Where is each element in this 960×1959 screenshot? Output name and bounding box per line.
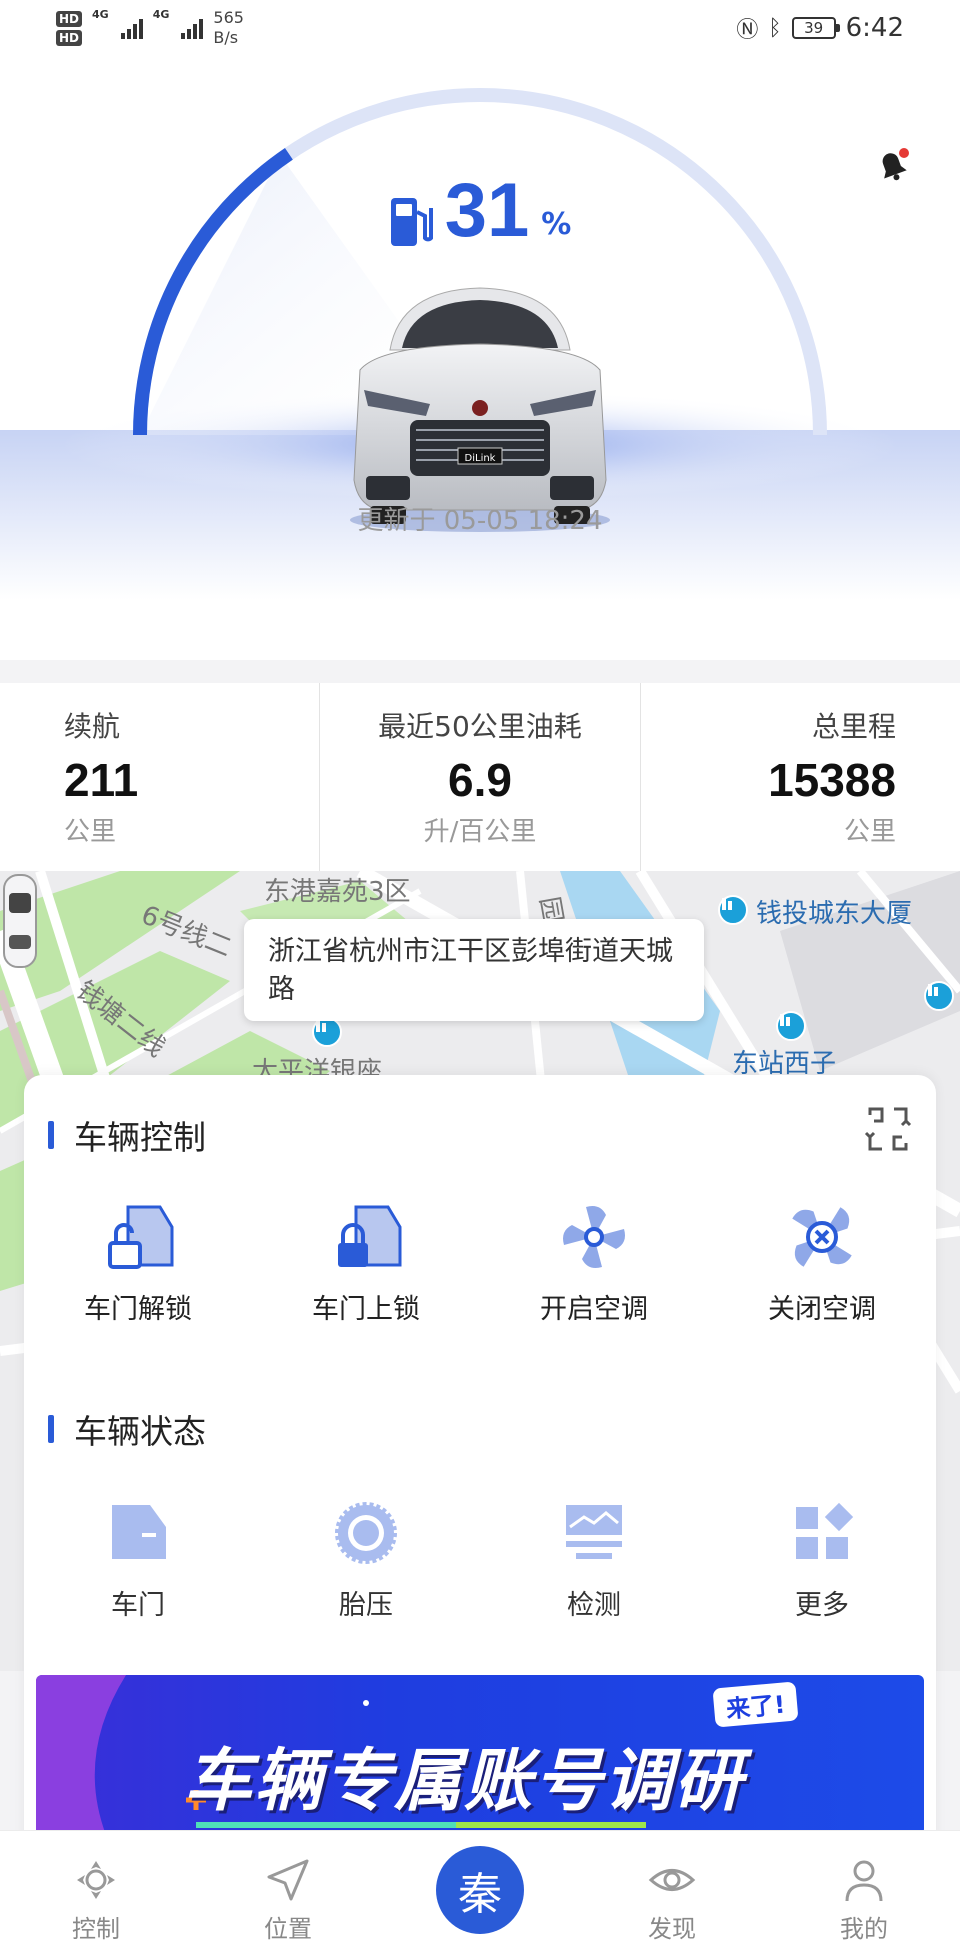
svg-text:DiLink: DiLink bbox=[465, 453, 496, 464]
stat-fuel-consumption: 最近50公里油耗 6.9 升/百公里 bbox=[320, 683, 641, 871]
control-section-title-text: 车辆控制 bbox=[74, 1118, 206, 1157]
nav-control-label: 控制 bbox=[72, 1915, 120, 1943]
hd-badge-1: HD bbox=[56, 10, 83, 27]
fuel-readout: 31 % bbox=[0, 172, 960, 250]
bluetooth-icon: ᛒ bbox=[768, 15, 782, 41]
door-status-button[interactable]: 车门 bbox=[24, 1493, 252, 1622]
map-label-1: 东港嘉苑3区 bbox=[264, 877, 411, 907]
stat-fuel-consumption-value: 6.9 bbox=[448, 754, 512, 806]
stat-odometer: 总里程 15388 公里 bbox=[641, 683, 960, 871]
door-unlock-icon bbox=[108, 1205, 174, 1269]
nav-profile[interactable]: 我的 bbox=[768, 1831, 960, 1959]
more-grid-icon bbox=[796, 1502, 854, 1559]
stat-range-value: 211 bbox=[64, 754, 139, 806]
ac-off-icon bbox=[792, 1207, 852, 1267]
more-label: 更多 bbox=[795, 1590, 849, 1621]
inspection-icon bbox=[566, 1505, 622, 1559]
ac-off-label: 关闭空调 bbox=[768, 1294, 876, 1325]
address-bubble[interactable]: 浙江省杭州市江干区彭埠街道天城路 bbox=[244, 919, 704, 1021]
car-location-marker-icon[interactable] bbox=[0, 871, 40, 971]
stat-fuel-consumption-unit: 升/百公里 bbox=[423, 817, 537, 847]
network-speed-value: 565 bbox=[213, 8, 244, 27]
bottom-navigation: 控制 位置 秦 发现 我的 bbox=[0, 1830, 960, 1959]
fuel-hero: 31 % DiLink 更新于 05-05 18:24 bbox=[0, 60, 960, 660]
network-type-1: 4G bbox=[92, 8, 109, 21]
status-bar-right: Ⓝ ᛒ 39 6:42 bbox=[736, 12, 904, 44]
ac-on-label: 开启空调 bbox=[540, 1294, 648, 1325]
signal-icon-1 bbox=[120, 17, 143, 39]
nav-location[interactable]: 位置 bbox=[192, 1831, 384, 1959]
control-section-title: 车辆控制 bbox=[48, 1111, 206, 1159]
updated-timestamp: 更新于 05-05 18:24 bbox=[357, 506, 603, 536]
tire-icon bbox=[335, 1502, 397, 1564]
nav-location-label: 位置 bbox=[264, 1915, 312, 1943]
poi-building-icon[interactable] bbox=[924, 981, 954, 1011]
status-section-title-text: 车辆状态 bbox=[74, 1412, 206, 1451]
nav-profile-label: 我的 bbox=[840, 1915, 888, 1943]
door-unlock-button[interactable]: 车门解锁 bbox=[24, 1197, 252, 1326]
door-icon bbox=[112, 1505, 166, 1559]
door-lock-button[interactable]: 车门上锁 bbox=[252, 1197, 480, 1326]
stat-odometer-label: 总里程 bbox=[811, 710, 896, 743]
stat-range: 续航 211 公里 bbox=[0, 683, 321, 871]
vehicle-stats: 续航 211 公里 最近50公里油耗 6.9 升/百公里 总里程 15388 公… bbox=[0, 683, 960, 871]
ac-on-button[interactable]: 开启空调 bbox=[480, 1197, 708, 1326]
network-speed-unit: B/s bbox=[213, 28, 239, 47]
nav-control[interactable]: 控制 bbox=[0, 1831, 192, 1959]
switch-vehicle-icon[interactable] bbox=[864, 1105, 912, 1153]
inspection-button[interactable]: 检测 bbox=[480, 1493, 708, 1622]
stat-fuel-consumption-label: 最近50公里油耗 bbox=[378, 710, 582, 743]
brand-logo-icon[interactable]: 秦 bbox=[436, 1846, 524, 1934]
stat-odometer-value: 15388 bbox=[768, 754, 896, 806]
fuel-percent-unit: % bbox=[541, 207, 572, 242]
eye-icon bbox=[648, 1869, 696, 1891]
nav-discover[interactable]: 发现 bbox=[576, 1831, 768, 1959]
poi-building-icon[interactable] bbox=[776, 1011, 806, 1041]
survey-banner[interactable]: 车辆专属账号调研 来了! bbox=[36, 1675, 924, 1835]
fuel-pump-icon bbox=[390, 198, 433, 246]
nfc-icon: Ⓝ bbox=[736, 18, 759, 43]
ac-on-icon bbox=[563, 1206, 625, 1268]
banner-badge: 来了! bbox=[712, 1681, 799, 1728]
door-status-label: 车门 bbox=[111, 1590, 165, 1621]
hd-indicators: HD HD bbox=[56, 10, 83, 46]
inspection-label: 检测 bbox=[567, 1590, 621, 1621]
status-bar: HD HD 4G 4G 565 B/s Ⓝ ᛒ 39 6:42 bbox=[0, 0, 960, 60]
network-type-2: 4G bbox=[152, 8, 170, 21]
map-label-5: 钱投城东大厦 bbox=[756, 899, 913, 929]
location-arrow-icon bbox=[267, 1859, 309, 1901]
control-icon bbox=[77, 1861, 115, 1899]
poi-building-icon[interactable] bbox=[718, 895, 748, 925]
door-lock-icon bbox=[338, 1205, 402, 1267]
profile-icon bbox=[845, 1860, 883, 1902]
section-accent-bar bbox=[48, 1415, 54, 1443]
nav-home[interactable]: 秦 bbox=[384, 1831, 576, 1959]
more-button[interactable]: 更多 bbox=[708, 1493, 936, 1622]
network-speed: 565 B/s bbox=[213, 8, 244, 48]
stat-range-label: 续航 bbox=[64, 710, 121, 743]
section-accent-bar bbox=[48, 1121, 54, 1149]
stat-odometer-unit: 公里 bbox=[843, 817, 896, 847]
status-section-title: 车辆状态 bbox=[48, 1405, 206, 1453]
poi-building-icon[interactable] bbox=[312, 1017, 342, 1047]
tire-pressure-button[interactable]: 胎压 bbox=[252, 1493, 480, 1622]
stat-range-unit: 公里 bbox=[64, 817, 117, 847]
battery-icon: 39 bbox=[791, 17, 840, 39]
door-lock-label: 车门上锁 bbox=[312, 1294, 420, 1325]
status-grid: 车门 胎压 检测 更多 bbox=[24, 1493, 936, 1622]
nav-discover-label: 发现 bbox=[648, 1915, 696, 1943]
ac-off-button[interactable]: 关闭空调 bbox=[708, 1197, 936, 1326]
fuel-percent-value: 31 bbox=[444, 168, 530, 253]
control-grid: 车门解锁 车门上锁 开启空调 关闭空调 bbox=[24, 1197, 936, 1326]
vehicle-control-card: 车辆控制 车门解锁 车门上锁 开启空调 关闭空调 车辆状态 车门 胎压 检测 更… bbox=[24, 1075, 936, 1885]
banner-title: 车辆专属账号调研 bbox=[184, 1742, 745, 1821]
tire-pressure-label: 胎压 bbox=[339, 1590, 393, 1621]
door-unlock-label: 车门解锁 bbox=[84, 1294, 192, 1325]
signal-icon-2 bbox=[181, 17, 204, 39]
clock: 6:42 bbox=[845, 13, 904, 43]
status-bar-left: HD HD 4G 4G 565 B/s bbox=[56, 8, 244, 48]
hd-badge-2: HD bbox=[56, 29, 83, 46]
